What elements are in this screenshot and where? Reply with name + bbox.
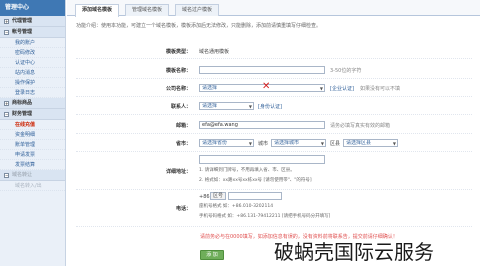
sidebar-item-login-log[interactable]: 登录日志 bbox=[0, 88, 65, 98]
city-label: 城市 bbox=[258, 141, 269, 147]
district-label: 区县 bbox=[330, 141, 341, 147]
address-input[interactable] bbox=[199, 155, 325, 164]
row-divider bbox=[76, 96, 472, 97]
row-divider bbox=[76, 189, 472, 190]
row-divider bbox=[76, 151, 472, 152]
phone-note-2: 手机号码格式 如：+86.131-79412211 [请把手机号码分开填写] bbox=[199, 214, 331, 219]
company-verify-link[interactable]: [企业认证] bbox=[330, 85, 354, 92]
template-name-label: 模板名称： bbox=[165, 68, 191, 74]
city-select[interactable]: 请选择城市 ▼ bbox=[271, 139, 326, 147]
province-select[interactable]: 请选择省份 ▼ bbox=[199, 139, 254, 147]
sidebar-item-protection[interactable]: 操作保护 bbox=[0, 78, 65, 88]
row-divider bbox=[76, 58, 472, 59]
row-divider bbox=[76, 114, 472, 115]
email-hint: 请务必填写真实有效的邮箱 bbox=[330, 123, 391, 129]
chevron-down-icon: ▼ bbox=[392, 141, 396, 146]
intro-text: 功能介绍：使用本功能，可建立一个域名模板，模板添加后无法修改，只能删除，添加前请… bbox=[76, 23, 322, 29]
template-name-hint: 3-50位的字符 bbox=[330, 68, 362, 74]
sidebar-item-recharge[interactable]: 在线充值 bbox=[0, 120, 65, 130]
collapse-icon: − bbox=[4, 111, 9, 117]
template-type-label: 模板类型： bbox=[165, 49, 191, 55]
sidebar-item-my-account[interactable]: 我的账户 bbox=[0, 38, 65, 48]
sidebar-item-domain-in-out[interactable]: 域名转入/出 bbox=[0, 181, 65, 191]
chevron-down-icon: ▼ bbox=[248, 104, 252, 109]
company-hint: 如果没有可以不填 bbox=[360, 86, 401, 92]
district-select[interactable]: 请选择区县 ▼ bbox=[343, 139, 398, 147]
sidebar-item-invoice[interactable]: 申请发票 bbox=[0, 150, 65, 160]
sidebar-item-bills[interactable]: 账单管理 bbox=[0, 140, 65, 150]
collapse-icon: − bbox=[4, 29, 9, 35]
sidebar-group-finance[interactable]: − 财务管理 bbox=[0, 109, 65, 120]
row-divider bbox=[76, 226, 472, 227]
watermark-text: 破蜗壳国际云服务 bbox=[274, 240, 434, 264]
address-note-1: 1. 请详细到门牌号，不用再填入省、市、区县。 bbox=[199, 168, 295, 173]
phone-prefix: +86 bbox=[199, 194, 210, 200]
identity-verify-link[interactable]: [身份认证] bbox=[258, 103, 282, 110]
add-button[interactable]: 添 加 bbox=[200, 250, 224, 260]
sidebar-title: 管理中心 bbox=[0, 0, 65, 16]
sidebar-group-agent[interactable]: + 代理管理 bbox=[0, 16, 65, 27]
sidebar-item-verify[interactable]: 认证中心 bbox=[0, 58, 65, 68]
row-divider bbox=[76, 133, 472, 134]
expand-icon: + bbox=[4, 18, 9, 24]
address-label: 详细地址： bbox=[165, 169, 191, 175]
sidebar: 管理中心 + 代理管理 − 帐号管理 我的账户 密码修改 认证中心 站内消息 操… bbox=[0, 0, 66, 266]
contact-select[interactable]: 请选择 ▼ bbox=[199, 102, 254, 110]
sidebar-item-messages[interactable]: 站内消息 bbox=[0, 68, 65, 78]
template-name-input[interactable] bbox=[199, 66, 325, 74]
template-type-value: 域名通用模板 bbox=[199, 49, 230, 55]
sidebar-item-invoice-settle[interactable]: 发票结算 bbox=[0, 160, 65, 170]
phone-note-1: 座机号格式 如：+86.010-3202114 bbox=[199, 204, 274, 209]
chevron-down-icon: ▼ bbox=[248, 141, 252, 146]
phone-label: 电话： bbox=[175, 206, 191, 212]
sidebar-group-account[interactable]: − 帐号管理 bbox=[0, 27, 65, 38]
company-label: 公司名称： bbox=[165, 86, 191, 92]
tab-bar: 添加域名模板 管理域名模板 域名过户模板 bbox=[67, 0, 480, 17]
email-label: 邮箱： bbox=[175, 123, 191, 129]
sidebar-item-funds[interactable]: 资金明细 bbox=[0, 130, 65, 140]
region-label: 省市： bbox=[175, 141, 191, 147]
email-input[interactable]: efa@efa.wang bbox=[199, 121, 325, 129]
sidebar-item-password[interactable]: 密码修改 bbox=[0, 48, 65, 58]
chevron-down-icon: ▼ bbox=[319, 86, 323, 91]
address-note-2: 2. 格式如：xx路xx号xx栋xx号 [请勿使用带"、"的符号] bbox=[199, 178, 312, 183]
tab-transfer-template[interactable]: 域名过户模板 bbox=[175, 4, 220, 16]
expand-icon: + bbox=[4, 100, 9, 106]
cross-mark-icon: ✕ bbox=[262, 81, 271, 92]
sidebar-group-trademark[interactable]: + 商标商品 bbox=[0, 98, 65, 109]
contact-label: 联系人： bbox=[170, 104, 191, 110]
sidebar-group-domain-transfer[interactable]: − 域名转让 bbox=[0, 170, 65, 181]
chevron-down-icon: ▼ bbox=[320, 141, 324, 146]
row-divider bbox=[76, 78, 472, 79]
tab-add-template[interactable]: 添加域名模板 bbox=[75, 4, 120, 17]
collapse-icon: − bbox=[4, 172, 9, 178]
area-code-select[interactable]: 区号 bbox=[210, 192, 227, 200]
tab-manage-template[interactable]: 管理域名模板 bbox=[125, 4, 170, 16]
phone-input[interactable] bbox=[228, 192, 282, 200]
